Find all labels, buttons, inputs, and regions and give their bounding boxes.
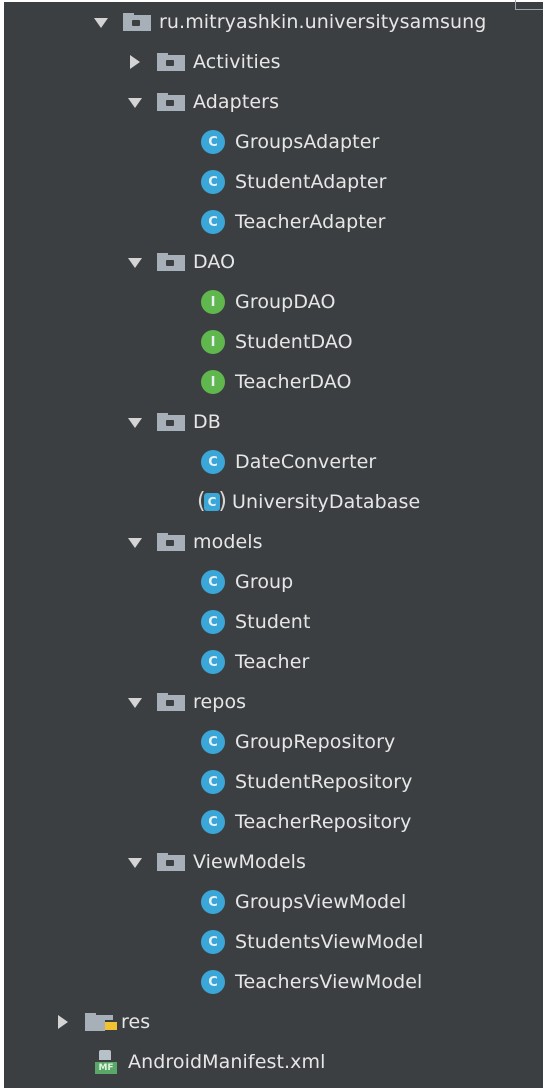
tree-item-activities[interactable]: Activities — [128, 42, 281, 82]
tree-item-label: GroupRepository — [235, 731, 396, 753]
tree-item-adapters[interactable]: Adapters — [128, 82, 279, 122]
tree-item-label: ViewModels — [193, 851, 307, 873]
tree-item-university-database[interactable]: ( C ) UniversityDatabase — [197, 482, 421, 522]
folder-icon — [157, 413, 185, 431]
tree-item-label: repos — [193, 691, 247, 713]
tree-item-label: Student — [235, 611, 311, 633]
interface-icon: I — [201, 290, 225, 314]
collapsed-arrow-icon[interactable] — [56, 1015, 70, 1029]
tree-item-label: StudentAdapter — [235, 171, 387, 193]
tree-item-label: ru.mitryashkin.universitysamsung — [159, 11, 487, 33]
tree-item-label: DB — [193, 411, 221, 433]
collapsed-arrow-icon[interactable] — [128, 55, 142, 69]
class-icon: C — [201, 130, 225, 154]
folder-icon — [157, 93, 185, 111]
tree-item-label: res — [121, 1011, 151, 1033]
tree-item-date-converter[interactable]: C DateConverter — [201, 442, 376, 482]
tree-item-student[interactable]: C Student — [201, 602, 311, 642]
expanded-arrow-icon[interactable] — [94, 15, 108, 29]
class-icon: C — [201, 450, 225, 474]
class-icon: C — [201, 810, 225, 834]
class-icon: C — [201, 170, 225, 194]
class-icon: C — [201, 570, 225, 594]
resource-folder-icon — [85, 1013, 117, 1032]
tree-item-teacher[interactable]: C Teacher — [201, 642, 309, 682]
expanded-arrow-icon[interactable] — [128, 695, 142, 709]
class-icon: C — [201, 730, 225, 754]
expanded-arrow-icon[interactable] — [128, 255, 142, 269]
tree-item-label: TeacherDAO — [235, 371, 352, 393]
tree-item-label: Group — [235, 571, 294, 593]
tree-item-teacher-dao[interactable]: I TeacherDAO — [201, 362, 352, 402]
interface-icon: I — [201, 370, 225, 394]
tree-item-students-view-model[interactable]: C StudentsViewModel — [201, 922, 424, 962]
class-icon: C — [201, 930, 225, 954]
tree-item-label: GroupsViewModel — [235, 891, 407, 913]
tree-item-viewmodels[interactable]: ViewModels — [128, 842, 306, 882]
tree-item-teacher-repository[interactable]: C TeacherRepository — [201, 802, 411, 842]
tree-item-label: GroupDAO — [235, 291, 336, 313]
class-icon: C — [201, 970, 225, 994]
tree-item-db[interactable]: DB — [128, 402, 221, 442]
top-right-corner-marker — [515, 0, 543, 10]
tree-item-label: StudentDAO — [235, 331, 353, 353]
class-icon: C — [201, 210, 225, 234]
class-icon: C — [201, 650, 225, 674]
tree-item-android-manifest[interactable]: MF AndroidManifest.xml — [95, 1042, 326, 1082]
class-icon: C — [201, 610, 225, 634]
expanded-arrow-icon[interactable] — [128, 415, 142, 429]
tree-item-res[interactable]: res — [56, 1002, 150, 1042]
tree-item-groups-view-model[interactable]: C GroupsViewModel — [201, 882, 406, 922]
tree-item-student-repository[interactable]: C StudentRepository — [201, 762, 413, 802]
tree-item-label: Activities — [193, 51, 281, 73]
class-icon: C — [201, 770, 225, 794]
tree-item-label: StudentRepository — [235, 771, 413, 793]
tree-item-label: StudentsViewModel — [235, 931, 424, 953]
interface-icon: I — [201, 330, 225, 354]
folder-icon — [157, 693, 185, 711]
tree-item-models[interactable]: models — [128, 522, 263, 562]
class-icon: C — [201, 890, 225, 914]
tree-item-label: GroupsAdapter — [235, 131, 380, 153]
tree-item-label: UniversityDatabase — [232, 491, 421, 513]
expanded-arrow-icon[interactable] — [128, 95, 142, 109]
tree-item-groups-adapter[interactable]: C GroupsAdapter — [201, 122, 379, 162]
tree-item-student-adapter[interactable]: C StudentAdapter — [201, 162, 387, 202]
manifest-file-icon: MF — [95, 1050, 123, 1074]
tree-item-teachers-view-model[interactable]: C TeachersViewModel — [201, 962, 422, 1002]
tree-item-package[interactable]: ru.mitryashkin.universitysamsung — [94, 2, 486, 42]
tree-item-label: AndroidManifest.xml — [128, 1051, 326, 1073]
folder-icon — [157, 533, 185, 551]
tree-item-student-dao[interactable]: I StudentDAO — [201, 322, 353, 362]
tree-item-label: DAO — [193, 251, 236, 273]
tree-item-label: TeacherAdapter — [235, 211, 386, 233]
folder-icon — [157, 853, 185, 871]
tree-item-label: Adapters — [193, 91, 280, 113]
package-folder-icon — [123, 13, 151, 31]
tree-item-label: TeacherRepository — [235, 811, 412, 833]
tree-item-teacher-adapter[interactable]: C TeacherAdapter — [201, 202, 385, 242]
folder-icon — [157, 53, 185, 71]
tree-item-group-dao[interactable]: I GroupDAO — [201, 282, 336, 322]
expanded-arrow-icon[interactable] — [128, 855, 142, 869]
tree-item-group[interactable]: C Group — [201, 562, 293, 602]
tree-item-label: models — [193, 531, 263, 553]
expanded-arrow-icon[interactable] — [128, 535, 142, 549]
folder-icon — [157, 253, 185, 271]
tree-item-dao[interactable]: DAO — [128, 242, 235, 282]
tree-item-label: DateConverter — [235, 451, 377, 473]
tree-item-group-repository[interactable]: C GroupRepository — [201, 722, 395, 762]
abstract-class-icon: ( C ) — [197, 489, 227, 514]
tree-item-repos[interactable]: repos — [128, 682, 246, 722]
tree-item-label: Teacher — [235, 651, 310, 673]
tree-item-label: TeachersViewModel — [235, 971, 423, 993]
